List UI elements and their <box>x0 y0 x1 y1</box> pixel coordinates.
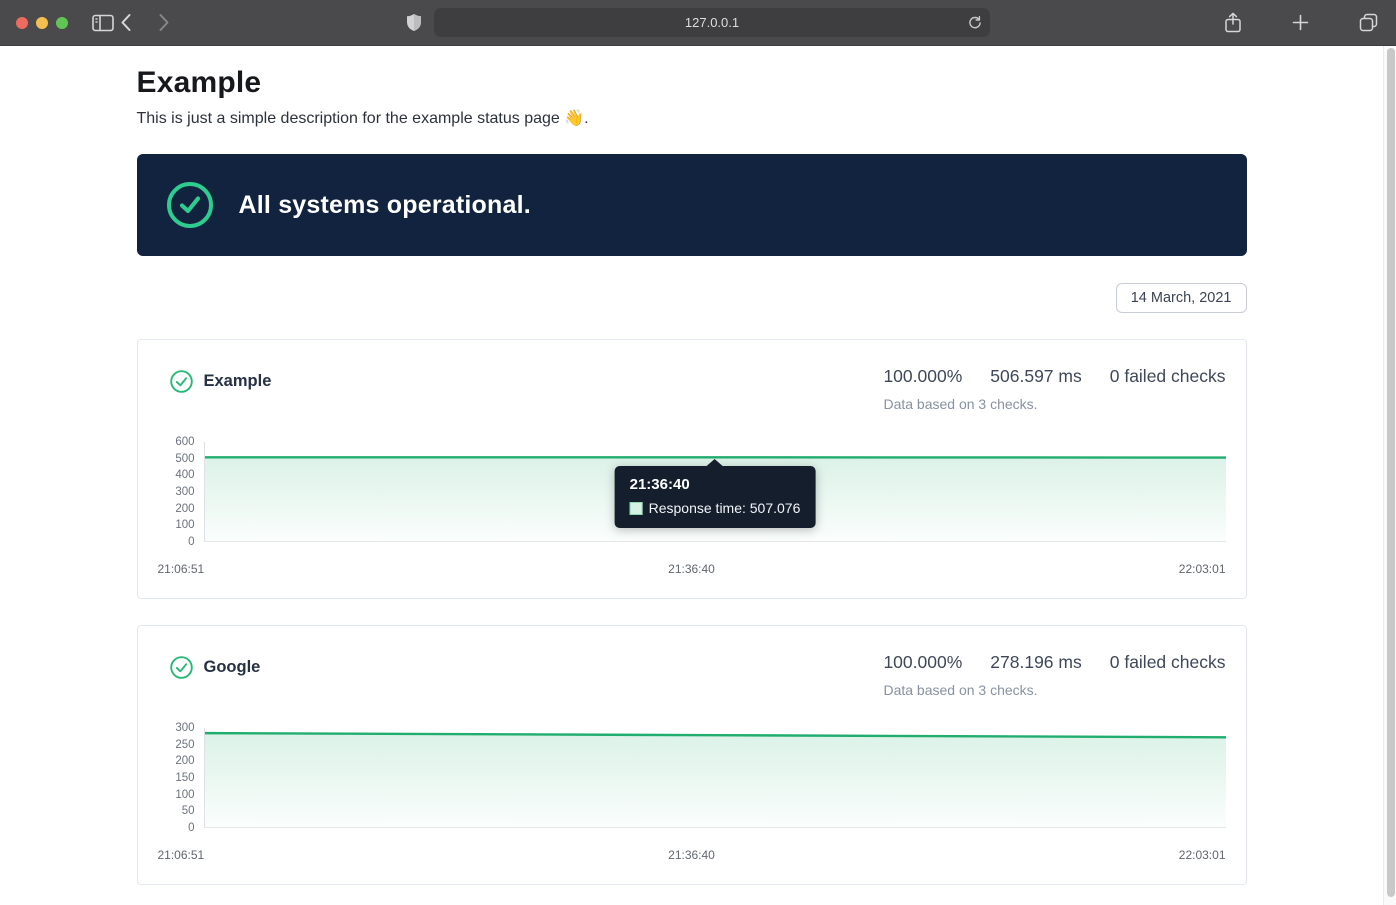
card-title-group: Google <box>158 652 261 679</box>
window-controls <box>16 17 68 29</box>
page-title: Example <box>137 66 1247 100</box>
content-container: Example This is just a simple descriptio… <box>137 46 1247 885</box>
sidebar-icon <box>92 14 114 32</box>
reload-button[interactable] <box>968 15 982 30</box>
plus-icon <box>1292 14 1309 31</box>
date-picker-button[interactable]: 14 March, 2021 <box>1116 283 1247 313</box>
date-row: 14 March, 2021 <box>137 283 1247 313</box>
forward-button[interactable] <box>158 13 170 32</box>
sidebar-toggle-button[interactable] <box>92 14 114 32</box>
y-tick-label: 600 <box>175 436 194 448</box>
y-tick-label: 0 <box>188 536 194 548</box>
y-tick-label: 500 <box>175 453 194 465</box>
url-text: 127.0.0.1 <box>685 15 739 30</box>
reload-icon <box>968 15 982 30</box>
monitor-card-google: Google 100.000% 278.196 ms 0 failed chec… <box>137 625 1247 885</box>
y-tick-label: 150 <box>175 772 194 784</box>
tooltip-time: 21:36:40 <box>630 476 801 493</box>
area-chart-svg <box>205 728 1226 827</box>
y-tick-label: 300 <box>175 722 194 734</box>
chart-plot-area[interactable] <box>204 728 1226 828</box>
series-swatch <box>630 502 643 515</box>
monitor-name: Example <box>204 372 272 391</box>
stats-caption: Data based on 3 checks. <box>883 682 1037 698</box>
failed-checks: 0 failed checks <box>1110 652 1226 673</box>
x-axis-labels: 21:06:51 21:36:40 22:03:01 <box>158 848 1226 862</box>
card-header: Google 100.000% 278.196 ms 0 failed chec… <box>158 652 1226 698</box>
uptime-percentage: 100.000% <box>883 652 962 673</box>
x-tick-label: 21:06:51 <box>158 562 205 576</box>
scrollbar-thumb[interactable] <box>1387 48 1395 897</box>
y-axis-labels: 300 250 200 150 100 50 0 <box>158 722 204 834</box>
all-systems-check-icon <box>167 182 213 228</box>
privacy-shield-button[interactable] <box>406 13 422 32</box>
response-time-chart: 300250200150100500 21:06:5121:36:4022:03… <box>158 728 1226 862</box>
avg-response-time: 278.196 ms <box>990 652 1081 673</box>
status-ok-icon <box>170 370 193 393</box>
y-tick-label: 400 <box>175 469 194 481</box>
page-description: This is just a simple description for th… <box>137 108 1247 128</box>
y-axis-labels: 600 500 400 300 200 100 0 <box>158 436 204 548</box>
share-icon <box>1224 12 1242 33</box>
card-header: Example 100.000% 506.597 ms 0 failed che… <box>158 366 1226 412</box>
avg-response-time: 506.597 ms <box>990 366 1081 387</box>
share-button[interactable] <box>1224 12 1242 33</box>
y-tick-label: 300 <box>175 486 194 498</box>
x-tick-label: 21:36:40 <box>668 848 715 862</box>
status-banner-text: All systems operational. <box>239 191 531 220</box>
toolbar-right-buttons <box>1224 12 1378 33</box>
status-ok-icon <box>170 656 193 679</box>
y-tick-label: 0 <box>188 822 194 834</box>
chart-tooltip: 21:36:40 Response time: 507.076 <box>615 466 816 528</box>
address-bar-group: 127.0.0.1 <box>406 8 990 37</box>
uptime-percentage: 100.000% <box>883 366 962 387</box>
zoom-window-button[interactable] <box>56 17 68 29</box>
tooltip-value: Response time: 507.076 <box>649 500 801 516</box>
x-tick-label: 22:03:01 <box>1179 562 1226 576</box>
back-chevron-icon <box>120 13 132 32</box>
y-tick-label: 100 <box>175 789 194 801</box>
shield-icon <box>406 13 422 32</box>
status-banner: All systems operational. <box>137 154 1247 256</box>
page-scrollbar[interactable] <box>1383 46 1396 905</box>
minimize-window-button[interactable] <box>36 17 48 29</box>
card-stats: 100.000% 278.196 ms 0 failed checks Data… <box>883 652 1225 698</box>
y-tick-label: 250 <box>175 739 194 751</box>
card-stats: 100.000% 506.597 ms 0 failed checks Data… <box>883 366 1225 412</box>
y-tick-label: 50 <box>182 805 195 817</box>
chart-plot-area[interactable]: 21:36:40 Response time: 507.076 <box>204 442 1226 542</box>
stats-caption: Data based on 3 checks. <box>883 396 1037 412</box>
monitor-name: Google <box>204 658 261 677</box>
x-tick-label: 21:06:51 <box>158 848 205 862</box>
response-time-chart: 6005004003002001000 21:36:40 Response ti… <box>158 442 1226 576</box>
monitor-card-example: Example 100.000% 506.597 ms 0 failed che… <box>137 339 1247 599</box>
back-button[interactable] <box>120 13 132 32</box>
y-tick-label: 200 <box>175 503 194 515</box>
close-window-button[interactable] <box>16 17 28 29</box>
tabs-icon <box>1359 13 1378 32</box>
browser-toolbar: 127.0.0.1 <box>0 0 1396 46</box>
page-content: Example This is just a simple descriptio… <box>0 46 1383 905</box>
stats-row: 100.000% 278.196 ms 0 failed checks <box>883 652 1225 673</box>
url-bar[interactable]: 127.0.0.1 <box>434 8 990 37</box>
forward-chevron-icon <box>158 13 170 32</box>
tab-overview-button[interactable] <box>1359 13 1378 32</box>
x-tick-label: 22:03:01 <box>1179 848 1226 862</box>
y-tick-label: 200 <box>175 755 194 767</box>
navigation-buttons <box>120 13 170 32</box>
failed-checks: 0 failed checks <box>1110 366 1226 387</box>
new-tab-button[interactable] <box>1292 14 1309 31</box>
y-tick-label: 100 <box>175 519 194 531</box>
x-tick-label: 21:36:40 <box>668 562 715 576</box>
x-axis-labels: 21:06:51 21:36:40 22:03:01 <box>158 562 1226 576</box>
card-title-group: Example <box>158 366 272 393</box>
stats-row: 100.000% 506.597 ms 0 failed checks <box>883 366 1225 387</box>
